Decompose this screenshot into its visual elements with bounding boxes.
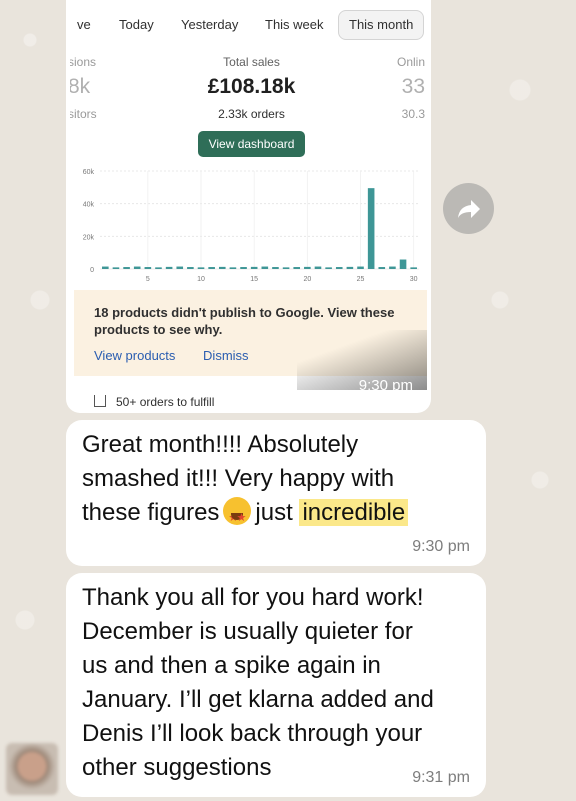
sessions-label: sions [70,55,97,69]
bar-day-13[interactable] [229,267,237,269]
y-tick-label: 0 [90,267,94,274]
x-tick-label: 25 [357,276,365,283]
message-timestamp: 9:30 pm [358,377,413,394]
bar-day-25[interactable] [357,266,364,269]
dismiss-link[interactable]: Dismiss [203,348,249,363]
bar-day-8[interactable] [176,266,184,269]
bar-day-11[interactable] [208,267,215,269]
y-tick-label: 60k [83,169,95,176]
sessions-value: 8k [70,75,91,98]
date-range-tabs: ve Today Yesterday This week This month [70,10,427,40]
bar-day-9[interactable] [187,267,194,269]
bar-day-30[interactable] [410,267,417,269]
bar-day-6[interactable] [155,267,162,269]
bar-day-27[interactable] [378,267,386,269]
online-store-metric: Onlin 33 30.3 [397,55,425,121]
highlighted-search-term: incredible [299,499,409,526]
message-text: these figures [82,499,220,526]
x-tick-label: 15 [250,276,258,283]
message-line: us and then a spike again in [82,652,381,679]
tab-this-week[interactable]: This week [254,10,335,40]
orders-to-fulfill[interactable]: 50+ orders to fulfill [94,395,214,409]
bar-day-19[interactable] [293,267,301,269]
bar-day-1[interactable] [102,266,109,269]
shared-screenshot[interactable]: ve Today Yesterday This week This month … [70,0,427,409]
view-dashboard-button[interactable]: View dashboard [198,131,305,157]
view-products-link[interactable]: View products [94,348,175,363]
bar-day-18[interactable] [282,267,290,269]
fulfill-text: 50+ orders to fulfill [116,395,215,409]
bar-day-10[interactable] [197,267,205,269]
x-tick-label: 30 [410,276,418,283]
total-sales-label: Total sales [223,55,280,69]
bar-day-2[interactable] [112,267,120,269]
bar-day-20[interactable] [304,266,311,269]
bar-day-15[interactable] [250,266,258,269]
message-line: December is usually quieter for [82,618,413,645]
bar-day-12[interactable] [218,266,226,269]
bar-day-28[interactable] [389,266,396,269]
online-value: 33 [401,75,425,98]
tab-today[interactable]: Today [108,10,165,40]
chat-message-1[interactable]: Great month!!!! Absolutely smashed it!!!… [66,420,486,566]
total-sales-metric: Total sales £108.18k 2.33k orders [183,55,320,121]
message-line: Great month!!!! Absolutely [82,431,359,458]
bar-day-24[interactable] [346,266,354,269]
forward-button[interactable] [443,183,494,234]
online-sub: 30.3 [401,107,425,121]
bar-day-26[interactable] [367,188,375,269]
forward-arrow-icon [457,199,480,218]
bar-day-29[interactable] [399,259,407,269]
bar-day-14[interactable] [240,267,247,269]
message-line: Thank you all for you hard work! [82,584,424,611]
sales-bar-chart: 0 20k 40k 60k 5 10 15 20 25 30 [70,165,427,290]
x-tick-label: 20 [303,276,311,283]
tab-live[interactable]: ve [70,10,102,40]
message-line: Denis I’ll look back through your [82,720,423,747]
bar-day-22[interactable] [325,267,332,269]
inbox-icon [94,395,106,407]
chat-message-2[interactable]: Thank you all for you hard work! Decembe… [66,573,486,797]
bar-day-17[interactable] [272,267,279,269]
bar-day-21[interactable] [314,266,322,269]
x-tick-label: 10 [197,276,205,283]
x-tick-label: 5 [146,276,150,283]
visitors-label: sitors [70,107,97,121]
bar-day-4[interactable] [133,266,141,269]
message-text: just [255,499,293,526]
bar-day-5[interactable] [144,267,152,269]
message-timestamp: 9:31 pm [412,769,470,786]
bar-day-7[interactable] [165,266,173,269]
sessions-metric: sions 8k sitors [70,55,97,121]
message-line: smashed it!!! Very happy with [82,465,395,492]
image-message[interactable]: ve Today Yesterday This week This month … [66,0,431,413]
total-sales-value: £108.18k [207,75,296,98]
y-tick-label: 40k [83,202,95,209]
sender-avatar[interactable] [6,743,58,795]
online-label: Onlin [396,55,425,69]
y-tick-label: 20k [83,234,95,241]
tab-yesterday[interactable]: Yesterday [170,10,249,40]
message-line: January. I’ll get klarna added and [82,686,434,713]
bar-day-3[interactable] [123,267,130,269]
message-timestamp: 9:30 pm [412,538,470,555]
tab-this-month[interactable]: This month [338,10,425,40]
bar-day-23[interactable] [335,267,343,269]
orders-count: 2.33k orders [218,107,285,121]
bar-day-16[interactable] [261,266,269,269]
star-struck-emoji-icon [223,497,252,535]
